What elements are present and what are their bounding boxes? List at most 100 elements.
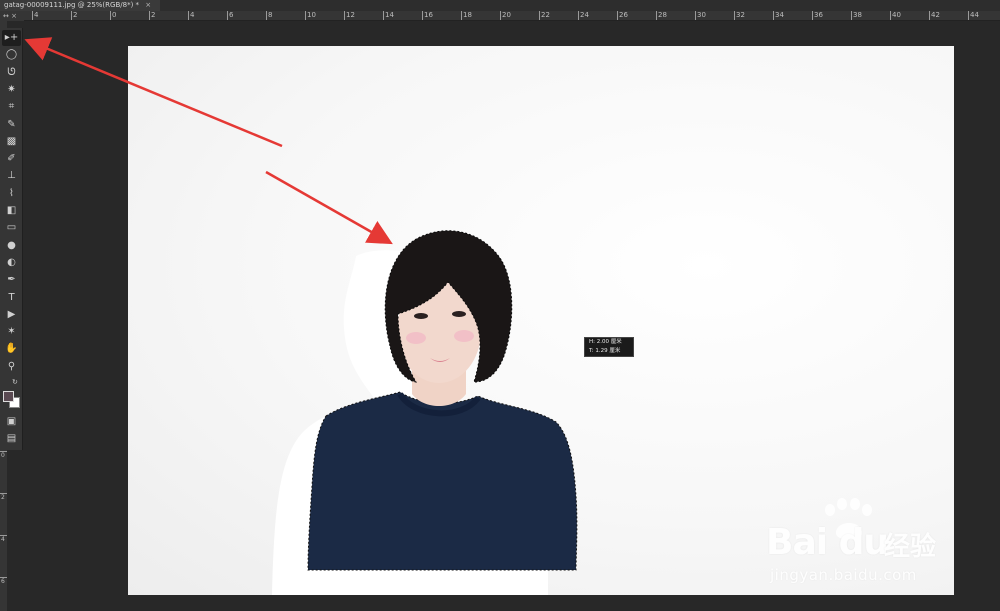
ruler-h-tick: 24 (578, 11, 589, 20)
close-icon[interactable]: × (145, 1, 151, 9)
ruler-h-label: 10 (307, 11, 316, 19)
history-brush-tool-icon[interactable]: ⌇ (2, 186, 21, 202)
measure-top: T: 1.29 厘米 (589, 348, 621, 354)
screen-mode-icon[interactable]: ▤ (2, 431, 21, 447)
ruler-h-label: 12 (346, 11, 355, 19)
sweater (307, 391, 578, 571)
spot-healing-tool-icon[interactable]: ▩ (2, 134, 21, 150)
ruler-h-label: 2 (73, 11, 78, 19)
eyedropper-tool-icon[interactable]: ✎ (2, 117, 21, 133)
ruler-v-tick: 2 (0, 493, 7, 501)
ruler-h-label: 22 (541, 11, 550, 19)
eraser-tool-icon[interactable]: ◧ (2, 203, 21, 219)
ruler-h-label: 0 (112, 11, 117, 19)
ruler-h-label: 28 (658, 11, 667, 19)
hand-tool-icon[interactable]: ✋ (2, 341, 21, 357)
ruler-h-label: 6 (229, 11, 234, 19)
ruler-h-tick: 38 (851, 11, 862, 20)
ruler-h-label: 14 (385, 11, 394, 19)
pen-tool-icon[interactable]: ✒ (2, 272, 21, 288)
ruler-h-tick: 36 (812, 11, 823, 20)
elliptical-marquee-tool-icon[interactable]: ◯ (2, 47, 21, 63)
swap-colors-icon[interactable]: ↻ (12, 378, 18, 386)
dodge-tool-icon[interactable]: ◐ (2, 255, 21, 271)
document-tab-bar: gatag-00009111.jpg @ 25%(RGB/8*) * × (0, 0, 1000, 11)
ruler-h-tick: 4 (32, 11, 38, 20)
left-blush (406, 332, 426, 344)
ruler-h-label: 2 (151, 11, 156, 19)
type-tool-icon[interactable]: T (2, 290, 21, 306)
ruler-h-tick: 30 (695, 11, 706, 20)
ruler-h-label: 4 (190, 11, 195, 19)
ruler-origin[interactable]: ↔ × (0, 11, 24, 21)
ruler-h-tick: 0 (110, 11, 116, 20)
baidu-watermark: Bai du 经验 jingyan.baidu.com (766, 498, 956, 588)
ruler-v-label: 4 (1, 536, 5, 543)
crop-tool-icon[interactable]: ⌗ (2, 99, 21, 115)
ruler-h-tick: 26 (617, 11, 628, 20)
left-eye (414, 313, 428, 319)
zoom-tool-icon[interactable]: ⚲ (2, 359, 21, 375)
ruler-h-label: 32 (736, 11, 745, 19)
ruler-h-label: 44 (970, 11, 979, 19)
ruler-h-tick: 2 (149, 11, 155, 20)
ruler-h-label: 30 (697, 11, 706, 19)
ruler-h-label: 18 (463, 11, 472, 19)
ruler-h-tick: 40 (890, 11, 901, 20)
gradient-tool-icon[interactable]: ▭ (2, 220, 21, 236)
ruler-h-label: 26 (619, 11, 628, 19)
magic-wand-tool-icon[interactable]: ✷ (2, 82, 21, 98)
measure-height: H: 2.00 厘米 (589, 339, 622, 345)
lasso-tool-icon[interactable]: ᘎ (2, 65, 21, 81)
watermark-url: jingyan.baidu.com (770, 566, 917, 584)
watermark-brand: Bai du (766, 522, 889, 563)
quick-mask-icon[interactable]: ▣ (2, 414, 21, 430)
measurement-tooltip: H: 2.00 厘米 T: 1.29 厘米 (584, 337, 634, 357)
ruler-h-tick: 42 (929, 11, 940, 20)
brush-tool-icon[interactable]: ✐ (2, 151, 21, 167)
ruler-h-tick: 10 (305, 11, 316, 20)
ruler-v-label: 2 (1, 494, 5, 501)
ruler-h-tick: 28 (656, 11, 667, 20)
ruler-v-tick: 4 (0, 535, 7, 543)
ruler-v-label: 6 (1, 578, 5, 585)
ruler-h-tick: 12 (344, 11, 355, 20)
ruler-h-tick: 16 (422, 11, 433, 20)
ruler-h-tick: 18 (461, 11, 472, 20)
custom-shape-tool-icon[interactable]: ✶ (2, 324, 21, 340)
ruler-h-tick: 2 (71, 11, 77, 20)
ruler-v-label: 0 (1, 452, 5, 459)
ruler-h-label: 42 (931, 11, 940, 19)
clone-stamp-tool-icon[interactable]: ⊥ (2, 168, 21, 184)
ruler-h-tick: 20 (500, 11, 511, 20)
ruler-v-tick: 0 (0, 451, 7, 459)
ruler-h-tick: 22 (539, 11, 550, 20)
ruler-h-tick: 44 (968, 11, 979, 20)
watermark-cn-text: 经验 (884, 532, 937, 562)
ruler-h-tick: 4 (188, 11, 194, 20)
move-tool-icon[interactable]: ▸+ (2, 30, 21, 46)
ruler-h-tick: 14 (383, 11, 394, 20)
path-selection-tool-icon[interactable]: ▶ (2, 307, 21, 323)
right-blush (454, 330, 474, 342)
document-tab[interactable]: gatag-00009111.jpg @ 25%(RGB/8*) * × (0, 0, 160, 11)
foreground-color-swatch[interactable] (3, 391, 14, 402)
ruler-h-label: 34 (775, 11, 784, 19)
ruler-h-tick: 34 (773, 11, 784, 20)
ruler-h-label: 4 (34, 11, 39, 19)
ruler-v-tick: 6 (0, 577, 7, 585)
ruler-h-tick: 32 (734, 11, 745, 20)
photoshop-window: gatag-00009111.jpg @ 25%(RGB/8*) * × ↔ ×… (0, 0, 1000, 611)
ruler-h-label: 8 (268, 11, 273, 19)
horizontal-ruler[interactable]: 4 2 0 2 4 6 8 10 12 14 16 18 20 22 24 26 28 30 32 34 36 38 40 4… (24, 11, 1000, 21)
ruler-h-label: 40 (892, 11, 901, 19)
blur-tool-icon[interactable]: ● (2, 238, 21, 254)
tools-panel: ▸+ ◯ ᘎ ✷ ⌗ ✎ ▩ ✐ ⊥ ⌇ ◧ ▭ ● ◐ ✒ T ▶ ✶ ✋ ⚲ ↻ ▣ ▤ (0, 28, 23, 450)
right-eye (452, 311, 466, 317)
ruler-h-tick: 6 (227, 11, 233, 20)
document-tab-title: gatag-00009111.jpg @ 25%(RGB/8*) * (4, 1, 140, 9)
ruler-h-tick: 8 (266, 11, 272, 20)
ruler-h-label: 24 (580, 11, 589, 19)
ruler-h-label: 20 (502, 11, 511, 19)
ruler-h-label: 38 (853, 11, 862, 19)
